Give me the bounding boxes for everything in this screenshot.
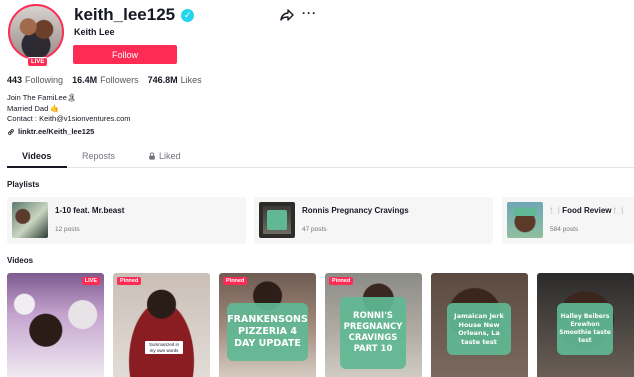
playlist-thumbnail — [259, 202, 295, 238]
bio-line: Join The FamiLee🏝 — [7, 93, 77, 102]
playlist-thumbnail — [507, 202, 543, 238]
video-caption: Summarized in my own words — [145, 341, 183, 354]
profile-bio: Join The FamiLee🏝 Married Dad 🤙 Contact … — [7, 93, 131, 125]
bio-line: Contact : Keith@v1sionventures.com — [7, 114, 131, 123]
playlist-count: 47 posts — [302, 226, 327, 233]
pinned-badge: Pinned — [223, 277, 248, 285]
stat-label: Likes — [180, 75, 202, 85]
playlist-title: 1-10 feat. Mr.beast — [55, 206, 125, 215]
more-options-icon[interactable]: ··· — [302, 6, 317, 20]
video-thumbnail[interactable]: Halley Beibers Erewhon Smoothie taste te… — [537, 273, 634, 377]
avatar[interactable]: LIVE — [8, 4, 66, 67]
stat-following[interactable]: 443 Following — [7, 75, 63, 85]
video-thumbnail[interactable]: LIVE — [7, 273, 104, 377]
profile-tabs: Videos Reposts Liked — [7, 147, 634, 168]
video-thumbnail[interactable]: Pinned FRANKENSONS PIZZERIA 4 DAY UPDATE — [219, 273, 316, 377]
tab-label: Reposts — [82, 151, 116, 161]
playlist-title: Ronnis Pregnancy Cravings — [302, 206, 409, 215]
share-icon[interactable] — [280, 8, 294, 22]
videos-heading: Videos — [7, 256, 34, 265]
video-image — [7, 273, 104, 377]
stat-value: 443 — [7, 75, 23, 85]
video-title-card: Halley Beibers Erewhon Smoothie taste te… — [557, 303, 613, 355]
follow-button[interactable]: Follow — [73, 45, 177, 64]
playlist-title: 🍽️ Food Review 🍽️ — [550, 206, 624, 215]
playlists-heading: Playlists — [7, 180, 40, 189]
link-icon — [8, 128, 14, 135]
stat-likes: 746.8M Likes — [148, 75, 202, 85]
video-title-card: RONNI'S PREGNANCY CRAVINGS PART 10 — [340, 297, 406, 369]
video-thumbnail[interactable]: Jamaican Jerk House New Orleans, La tast… — [431, 273, 528, 377]
tab-label: Liked — [159, 151, 181, 161]
pinned-badge: Pinned — [329, 277, 354, 285]
bio-line: Married Dad 🤙 — [7, 103, 60, 113]
playlist-card[interactable]: Ronnis Pregnancy Cravings 47 posts — [254, 197, 493, 244]
stat-label: Followers — [100, 75, 139, 85]
stat-value: 746.8M — [147, 75, 178, 85]
playlist-card[interactable]: 🍽️ Food Review 🍽️ 584 posts — [502, 197, 634, 244]
video-title-card: Jamaican Jerk House New Orleans, La tast… — [447, 303, 511, 355]
avatar-image — [8, 4, 64, 60]
live-badge: LIVE — [81, 277, 100, 285]
active-tab-indicator — [7, 166, 67, 168]
tab-liked[interactable]: Liked — [148, 151, 181, 161]
playlist-count: 584 posts — [550, 226, 579, 233]
stat-followers[interactable]: 16.4M Followers — [72, 75, 139, 85]
tab-label: Videos — [22, 151, 52, 161]
profile-stats: 443 Following 16.4M Followers 746.8M Likes — [7, 75, 202, 85]
tab-reposts[interactable]: Reposts — [82, 151, 115, 161]
video-thumbnail[interactable]: Pinned RONNI'S PREGNANCY CRAVINGS PART 1… — [325, 273, 422, 377]
username-row: keith_lee125 ✓ — [74, 5, 195, 25]
stat-value: 16.4M — [72, 75, 98, 85]
pinned-badge: Pinned — [117, 277, 142, 285]
stat-label: Following — [25, 75, 64, 85]
link-text: linktr.ee/Keith_lee125 — [18, 127, 95, 136]
live-badge[interactable]: LIVE — [27, 57, 49, 67]
video-title-card: FRANKENSONS PIZZERIA 4 DAY UPDATE — [227, 303, 308, 361]
playlist-count: 12 posts — [55, 226, 80, 233]
video-thumbnail[interactable]: Pinned Summarized in my own words — [113, 273, 210, 377]
verified-icon: ✓ — [181, 8, 195, 22]
playlist-card[interactable]: 1-10 feat. Mr.beast 12 posts — [7, 197, 246, 244]
lock-icon — [149, 152, 155, 160]
display-name: Keith Lee — [74, 27, 115, 37]
profile-link[interactable]: linktr.ee/Keith_lee125 — [7, 127, 94, 136]
playlist-thumbnail — [12, 202, 48, 238]
video-image — [113, 273, 210, 377]
tab-videos[interactable]: Videos — [22, 151, 51, 161]
username: keith_lee125 — [74, 5, 176, 24]
